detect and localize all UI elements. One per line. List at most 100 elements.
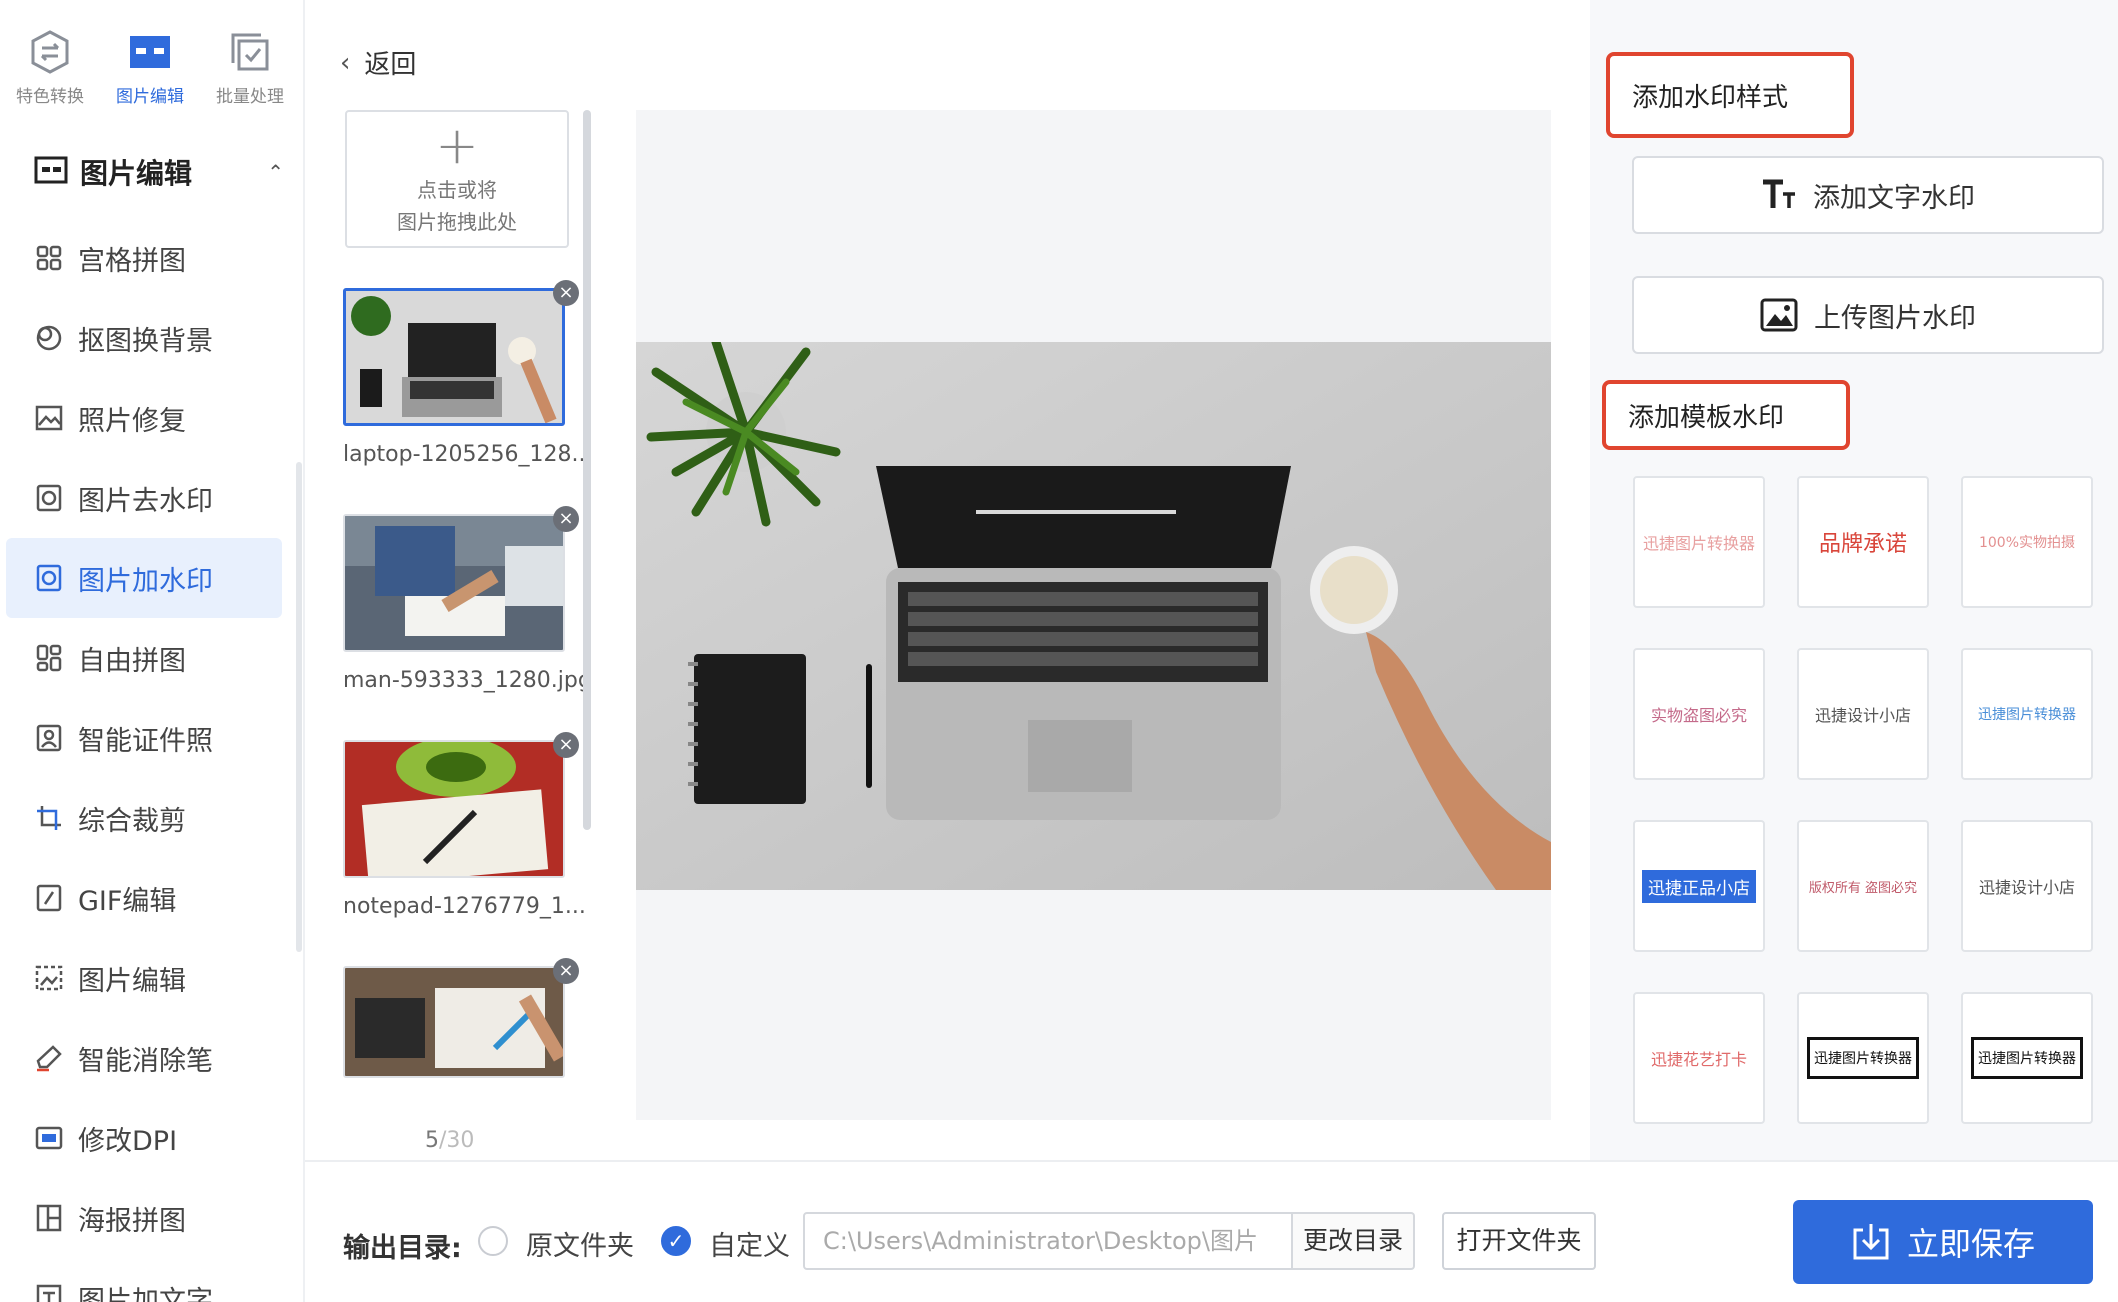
thumbnail-image[interactable] (343, 514, 565, 652)
gif-icon (34, 883, 64, 913)
back-button[interactable]: ‹ 返回 (340, 44, 416, 81)
back-label: 返回 (364, 50, 417, 80)
grid-icon (34, 243, 64, 273)
thumbnail-item[interactable]: × man-593333_1280.jpg (343, 506, 592, 740)
template-watermark[interactable]: 迅捷花艺打卡 (1633, 992, 1765, 1124)
chevron-left-icon: ‹ (340, 47, 351, 78)
preview-image[interactable] (636, 342, 1551, 890)
nav-item-add-text[interactable]: 图片加文字 (0, 1258, 290, 1302)
template-watermark[interactable]: 迅捷正品小店 (1633, 820, 1765, 952)
cutout-icon (34, 323, 64, 353)
eraser-icon (34, 1043, 64, 1073)
template-text: 迅捷设计小店 (1978, 878, 2075, 897)
close-icon[interactable]: × (553, 958, 579, 984)
section-watermark-style: 添加水印样式 (1606, 52, 1854, 138)
template-watermark[interactable]: 迅捷设计小店 (1797, 648, 1929, 780)
nav-item-label: 抠图换背景 (78, 325, 213, 357)
radio-custom-label: 自定义 (709, 1231, 790, 1262)
close-icon[interactable]: × (553, 506, 579, 532)
template-watermark[interactable]: 实物盗图必究 (1633, 648, 1765, 780)
nav-item-label: 智能消除笔 (78, 1045, 213, 1077)
close-icon[interactable]: × (553, 732, 579, 758)
photo-repair-icon (34, 403, 64, 433)
poster-icon (34, 1203, 64, 1233)
button-label: 添加文字水印 (1813, 182, 1975, 214)
thumbnail-image[interactable] (343, 740, 565, 878)
thumbnail-name: notepad-1276779_1... (343, 894, 586, 919)
download-icon (1851, 1222, 1891, 1262)
mode-tab-batch[interactable]: 批量处理 (200, 28, 300, 118)
nav-item-image-edit[interactable]: 图片编辑 (0, 938, 290, 1018)
nav-item-photo-repair[interactable]: 照片修复 (0, 378, 290, 458)
template-text: 版权所有 盗图必究 (1808, 880, 1918, 896)
thumbnail-item[interactable]: × (343, 958, 579, 1192)
nav-item-add-watermark[interactable]: 图片加水印 (6, 538, 282, 618)
template-watermark[interactable]: 迅捷设计小店 (1961, 820, 2093, 952)
template-text: 迅捷正品小店 (1642, 869, 1756, 903)
output-dir-label: 输出目录: (343, 1233, 462, 1264)
mode-label: 批量处理 (216, 87, 284, 107)
nav-item-label: 综合裁剪 (78, 805, 186, 837)
save-now-button[interactable]: 立即保存 (1793, 1200, 2093, 1284)
nav-item-label: 图片加文字 (78, 1285, 213, 1302)
nav-section-header[interactable]: 图片编辑 ⌃ (34, 150, 284, 194)
image-edit-icon (34, 963, 64, 993)
add-text-icon (34, 1283, 64, 1302)
template-text: 实物盗图必究 (1650, 706, 1747, 725)
nav-item-remove-watermark[interactable]: 图片去水印 (0, 458, 290, 538)
mode-label: 特色转换 (16, 87, 84, 107)
nav-item-gif[interactable]: GIF编辑 (0, 858, 290, 938)
free-collage-icon (34, 643, 64, 673)
template-text: 迅捷设计小店 (1814, 706, 1911, 725)
nav-item-label: 图片加水印 (78, 565, 213, 597)
thumbnail-item[interactable]: × notepad-1276779_1... (343, 732, 586, 966)
remove-watermark-icon (34, 483, 64, 513)
nav-item-grid-collage[interactable]: 宫格拼图 (0, 218, 290, 298)
image-icon (1760, 298, 1798, 332)
mode-tab-convert[interactable]: 特色转换 (0, 28, 100, 118)
radio-original-folder[interactable] (478, 1226, 508, 1256)
template-watermark[interactable]: 迅捷图片转换器 (1797, 992, 1929, 1124)
thumbnail-name: man-593333_1280.jpg (343, 668, 592, 693)
upload-hint-line2: 图片拖拽此处 (397, 210, 517, 234)
batch-icon (226, 28, 274, 76)
thumbnail-image[interactable] (343, 966, 565, 1078)
section-template-watermark: 添加模板水印 (1602, 380, 1850, 450)
nav-item-free-collage[interactable]: 自由拼图 (0, 618, 290, 698)
thumbnail-list: × laptop-1205256_128... × man-593333_128… (343, 280, 593, 1192)
template-watermark[interactable]: 迅捷图片转换器 (1633, 476, 1765, 608)
radio-custom-folder[interactable]: ✓ (661, 1226, 691, 1256)
output-path-input[interactable]: C:\Users\Administrator\Desktop\图片 (803, 1212, 1293, 1270)
nav-item-label: 图片编辑 (78, 965, 186, 997)
upload-dropzone[interactable]: + 点击或将 图片拖拽此处 (345, 110, 569, 248)
thumbnail-name: laptop-1205256_128... (343, 442, 593, 467)
section-title: 添加模板水印 (1628, 402, 1785, 433)
thumbnail-item[interactable]: × laptop-1205256_128... (343, 280, 593, 514)
template-watermark[interactable]: 迅捷图片转换器 (1961, 992, 2093, 1124)
close-icon[interactable]: × (553, 280, 579, 306)
plus-icon: + (435, 116, 479, 176)
nav-item-label: 智能证件照 (78, 725, 213, 757)
open-folder-button[interactable]: 打开文件夹 (1442, 1212, 1596, 1270)
section-title: 添加水印样式 (1632, 82, 1789, 113)
id-photo-icon (34, 723, 64, 753)
template-watermark[interactable]: 品牌承诺 (1797, 476, 1929, 608)
upload-image-watermark-button[interactable]: 上传图片水印 (1632, 276, 2104, 354)
nav-item-id-photo[interactable]: 智能证件照 (0, 698, 290, 778)
nav-item-dpi[interactable]: 修改DPI (0, 1098, 290, 1178)
template-watermark[interactable]: 迅捷图片转换器 (1961, 648, 2093, 780)
thumbnail-image[interactable] (343, 288, 565, 426)
mode-tab-image-edit[interactable]: 图片编辑 (100, 28, 200, 118)
nav-item-eraser[interactable]: 智能消除笔 (0, 1018, 290, 1098)
nav-item-crop[interactable]: 综合裁剪 (0, 778, 290, 858)
thumbnail-scrollbar[interactable] (583, 110, 591, 830)
add-text-watermark-button[interactable]: 添加文字水印 (1632, 156, 2104, 234)
nav-item-poster[interactable]: 海报拼图 (0, 1178, 290, 1258)
change-directory-button[interactable]: 更改目录 (1293, 1212, 1415, 1270)
template-watermark[interactable]: 版权所有 盗图必究 (1797, 820, 1929, 952)
template-watermark[interactable]: 100%实物拍摄 (1961, 476, 2093, 608)
nav-item-cutout[interactable]: 抠图换背景 (0, 298, 290, 378)
counter-current: 5 (425, 1128, 439, 1153)
sidebar-scrollbar[interactable] (296, 462, 302, 952)
crop-icon (34, 803, 64, 833)
